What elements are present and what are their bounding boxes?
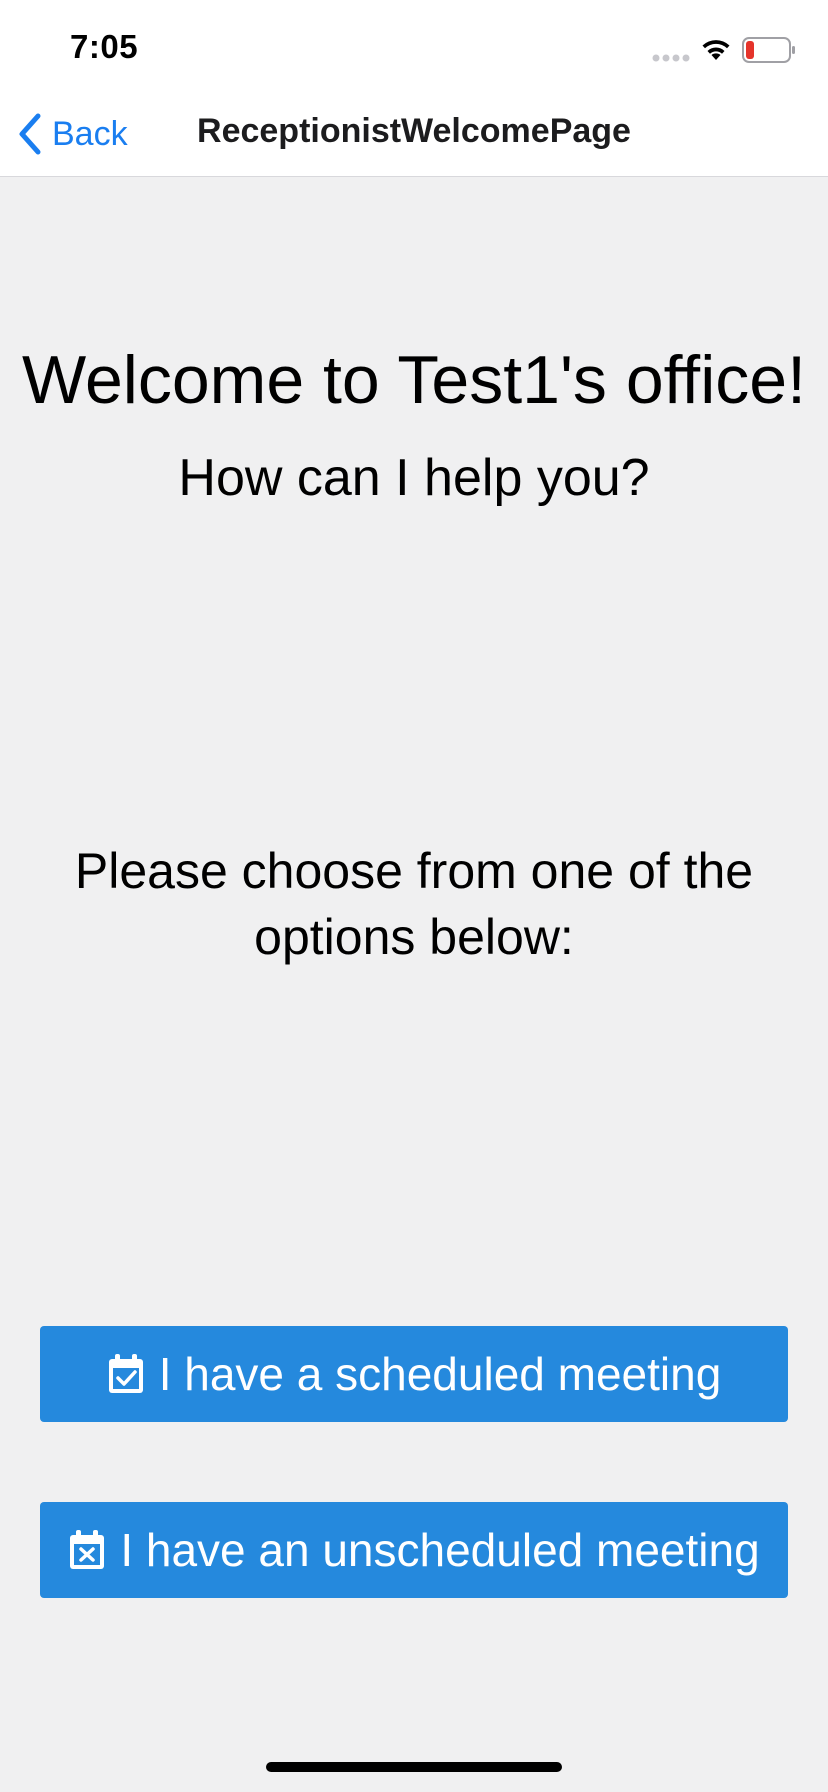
status-bar: 7:05 <box>0 0 828 92</box>
page-title: ReceptionistWelcomePage <box>197 112 631 150</box>
instructions-text: Please choose from one of the options be… <box>74 843 754 965</box>
unscheduled-meeting-button[interactable]: I have an unscheduled meeting <box>40 1502 788 1598</box>
unscheduled-meeting-label: I have an unscheduled meeting <box>120 1524 760 1576</box>
calendar-x-icon <box>70 1530 105 1569</box>
scheduled-meeting-label: I have a scheduled meeting <box>158 1348 722 1400</box>
cellular-signal-icon <box>652 54 690 62</box>
battery-low-icon <box>742 37 795 63</box>
calendar-check-icon <box>108 1354 143 1393</box>
scheduled-meeting-button[interactable]: I have a scheduled meeting <box>40 1326 788 1422</box>
home-indicator[interactable] <box>266 1762 562 1772</box>
welcome-heading: Welcome to Test1's office! <box>21 342 807 418</box>
wifi-icon <box>702 40 730 60</box>
navigation-bar: Back ReceptionistWelcomePage <box>0 92 828 177</box>
welcome-subtitle: How can I help you? <box>178 449 650 507</box>
status-time: 7:05 <box>70 28 139 65</box>
